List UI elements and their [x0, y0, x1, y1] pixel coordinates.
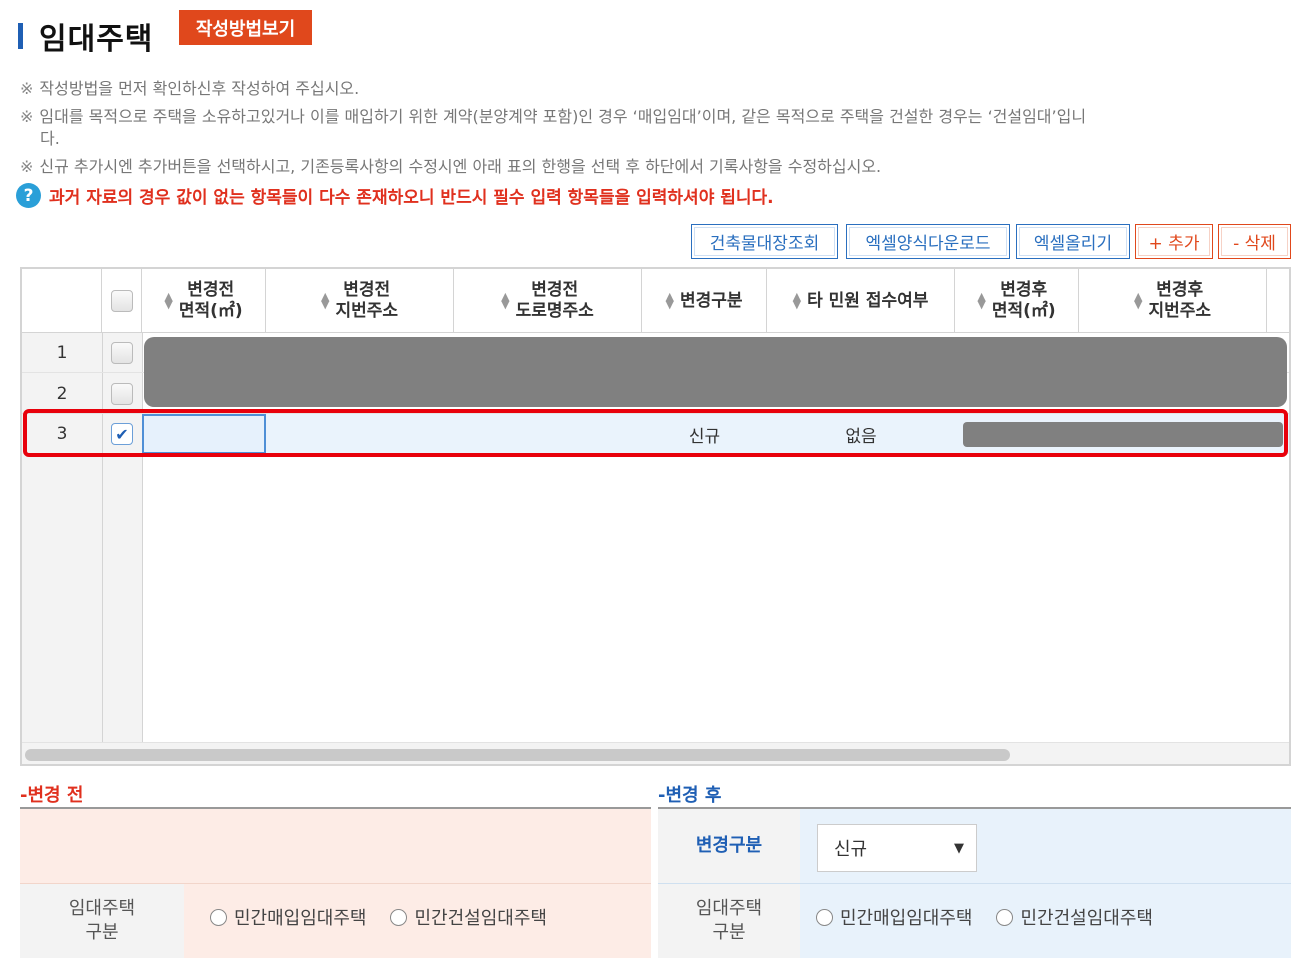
notice-line-2: ※ 임대를 목적으로 주택을 소유하고있거나 이를 매입하기 위한 계약(분양계약… — [20, 107, 1087, 126]
warning-notice: ? 과거 자료의 경우 값이 없는 항목들이 다수 존재하오니 반드시 필수 입… — [16, 183, 774, 208]
col-before-road-address[interactable]: ▲ ▼ 변경전 도로명주소 — [454, 269, 642, 333]
before-radio-purchase[interactable]: 민간매입임대주택 — [210, 904, 366, 930]
highlight-box — [23, 409, 1288, 457]
rownum-header — [22, 269, 102, 333]
col-before-area[interactable]: ▲ ▼ 변경전 면적(㎡) — [142, 269, 266, 333]
col-other-petition[interactable]: ▲ ▼ 타 민원 접수여부 — [767, 269, 955, 333]
row-number: 1 — [56, 343, 68, 363]
scrollbar-thumb[interactable] — [25, 749, 1010, 761]
dropdown-arrow-icon: ▼ — [954, 840, 964, 856]
page-title: 임대주택 — [39, 22, 154, 57]
notice-line-2-cont: 다. — [40, 129, 60, 148]
warning-text: 과거 자료의 경우 값이 없는 항목들이 다수 존재하오니 반드시 필수 입력 … — [49, 188, 774, 208]
sort-icon: ▲ ▼ — [501, 290, 510, 311]
col-after-area[interactable]: ▲ ▼ 변경후 면적(㎡) — [955, 269, 1079, 333]
add-button[interactable]: + 추가 — [1135, 224, 1213, 259]
change-type-select[interactable]: 신규 ▼ — [817, 824, 977, 872]
col-before-lot-address[interactable]: ▲ ▼ 변경전 지번주소 — [266, 269, 454, 333]
notice-line-1: ※ 작성방법을 먼저 확인하신후 작성하여 주십시오. — [20, 79, 360, 98]
title-accent-bar — [18, 23, 23, 49]
guide-button[interactable]: 작성방법보기 — [179, 10, 312, 45]
col-change-type[interactable]: ▲ ▼ 변경구분 — [642, 269, 767, 333]
grid-header: ▲ ▼ 변경전 면적(㎡) ▲ ▼ 변경전 지번주소 ▲ ▼ 변경전 도로명주소 ▲ ▼ 변경구분 ▲… — [22, 269, 1289, 333]
sort-icon: ▲ ▼ — [164, 290, 173, 311]
excel-download-button[interactable]: 엑셀양식다운로드 — [846, 224, 1010, 259]
radio-icon — [390, 908, 408, 926]
redacted-rows — [144, 337, 1287, 407]
sort-icon: ▲ ▼ — [320, 290, 330, 311]
after-radio-purchase[interactable]: 민간매입임대주택 — [816, 904, 972, 930]
row-number: 2 — [56, 384, 68, 404]
radio-icon — [816, 908, 833, 926]
after-radio-construct[interactable]: 민간건설임대주택 — [996, 904, 1153, 930]
sort-icon: ▲ ▼ — [665, 290, 674, 311]
row-checkbox[interactable] — [111, 383, 133, 405]
radio-icon — [996, 908, 1014, 926]
after-change-type-label: 변경구분 — [658, 809, 800, 883]
after-rental-type-label: 임대주택 구분 — [658, 884, 800, 958]
select-all-checkbox[interactable] — [110, 290, 133, 312]
before-radio-construct[interactable]: 민간건설임대주택 — [390, 904, 547, 930]
change-type-select-value: 신규 — [834, 839, 868, 860]
excel-upload-button[interactable]: 엑셀올리기 — [1016, 224, 1130, 259]
radio-icon — [210, 908, 227, 926]
horizontal-scrollbar[interactable] — [22, 742, 1289, 764]
building-ledger-button[interactable]: 건축물대장조회 — [691, 224, 838, 259]
delete-button[interactable]: - 삭제 — [1218, 224, 1291, 259]
before-rental-type-label: 임대주택 구분 — [20, 884, 184, 958]
before-section-label: -변경 전 — [20, 785, 84, 806]
sort-icon: ▲ ▼ — [1133, 290, 1143, 311]
data-grid: ▲ ▼ 변경전 면적(㎡) ▲ ▼ 변경전 지번주소 ▲ ▼ 변경전 도로명주소 ▲ ▼ 변경구분 ▲… — [20, 267, 1291, 766]
row-checkbox[interactable] — [111, 342, 133, 364]
select-all-cell — [102, 269, 142, 333]
col-after-lot-address[interactable]: ▲ ▼ 변경후 지번주소 — [1079, 269, 1267, 333]
sort-icon: ▲ ▼ — [792, 290, 802, 311]
after-section-label: -변경 후 — [658, 785, 722, 806]
notice-line-3: ※ 신규 추가시엔 추가버튼을 선택하시고, 기존등록사항의 수정시엔 아래 표의… — [20, 157, 882, 176]
help-icon: ? — [16, 183, 41, 208]
sort-icon: ▲ ▼ — [977, 290, 986, 311]
before-form: 임대주택 구분 민간매입임대주택 민간건설임대주택 — [20, 809, 651, 958]
page-title-bar: 임대주택 — [18, 16, 154, 57]
